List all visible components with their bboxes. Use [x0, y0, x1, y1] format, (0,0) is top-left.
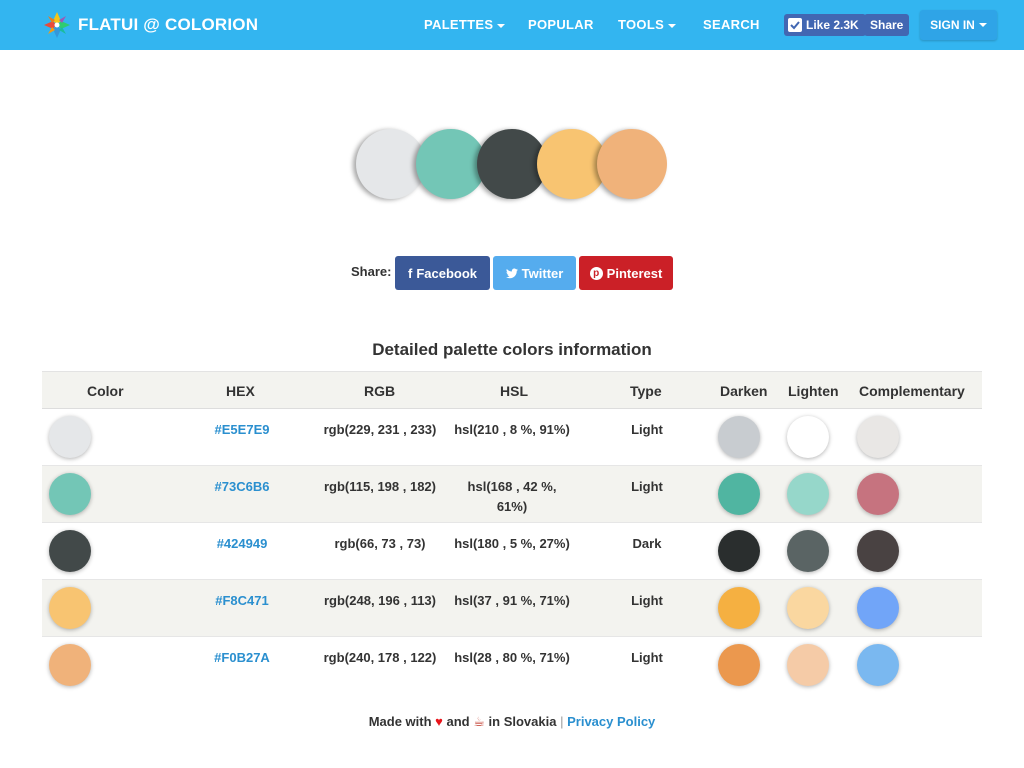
share-twitter-label: Twitter — [521, 265, 564, 281]
sign-in-label: SIGN IN — [930, 18, 975, 32]
header-lighten: Lighten — [788, 383, 839, 399]
darken-swatch[interactable] — [718, 416, 760, 458]
palette-swatch[interactable] — [416, 129, 486, 199]
color-swatch[interactable] — [49, 644, 91, 686]
color-swatch[interactable] — [49, 416, 91, 458]
privacy-policy-link[interactable]: Privacy Policy — [567, 714, 655, 729]
facebook-like-button[interactable]: Like 2.3K — [784, 14, 866, 36]
twitter-icon — [505, 268, 518, 278]
hsl-value: hsl(210 , 8 %, 91%) — [454, 422, 570, 437]
nav-popular-label: POPULAR — [528, 17, 594, 32]
lighten-swatch[interactable] — [787, 530, 829, 572]
brand-name: FLATUI @ COLORION — [78, 15, 259, 34]
table-row: #F0B27A rgb(240, 178 , 122) hsl(28 , 80 … — [42, 637, 982, 694]
share-twitter-button[interactable]: Twitter — [493, 256, 576, 290]
nav-palettes-label: PALETTES — [424, 17, 494, 32]
nav-tools[interactable]: TOOLS — [618, 17, 677, 32]
rgb-value: rgb(248, 196 , 113) — [323, 593, 436, 608]
hsl-value: hsl(168 , 42 %, 61%) — [467, 479, 557, 514]
hsl-value: hsl(37 , 91 %, 71%) — [454, 593, 570, 608]
type-value: Light — [631, 593, 663, 608]
header-complementary: Complementary — [859, 383, 965, 399]
hsl-value: hsl(180 , 5 %, 27%) — [454, 536, 570, 551]
darken-swatch[interactable] — [718, 473, 760, 515]
header-rgb: RGB — [364, 383, 396, 399]
lighten-swatch[interactable] — [787, 416, 829, 458]
type-value: Light — [631, 650, 663, 665]
rgb-value: rgb(115, 198 , 182) — [323, 479, 436, 494]
lighten-swatch[interactable] — [787, 587, 829, 629]
type-value: Light — [631, 479, 663, 494]
complementary-swatch[interactable] — [857, 644, 899, 686]
pinterest-icon: p — [589, 266, 603, 280]
rgb-value: rgb(229, 231 , 233) — [323, 422, 437, 437]
hex-value[interactable]: #E5E7E9 — [202, 420, 282, 440]
color-swatch[interactable] — [49, 473, 91, 515]
type-value: Dark — [632, 536, 662, 551]
rgb-value: rgb(66, 73 , 73) — [334, 536, 426, 551]
caret-down-icon — [497, 23, 506, 28]
footer-location: in Slovakia — [488, 714, 557, 729]
navbar: FLATUI @ COLORION PALETTES POPULAR TOOLS… — [0, 0, 1024, 50]
fb-share-label: Share — [870, 18, 904, 32]
table-row: #E5E7E9 rgb(229, 231 , 233) hsl(210 , 8 … — [42, 409, 982, 466]
footer: Made with ♥ and ☕ in Slovakia | Privacy … — [0, 714, 1024, 730]
header-hex: HEX — [226, 383, 255, 399]
caret-down-icon — [668, 23, 677, 28]
nav-search-label: SEARCH — [703, 17, 760, 32]
header-darken: Darken — [720, 383, 768, 399]
sign-in-button[interactable]: SIGN IN — [920, 10, 997, 40]
table-title: Detailed palette colors information — [372, 340, 652, 359]
table-header: Color HEX RGB HSL Type Darken Lighten Co… — [42, 371, 982, 409]
hsl-value: hsl(28 , 80 %, 71%) — [454, 650, 570, 665]
complementary-swatch[interactable] — [857, 416, 899, 458]
hex-value[interactable]: #73C6B6 — [202, 477, 282, 497]
nav-palettes[interactable]: PALETTES — [424, 17, 506, 32]
table-row: #F8C471 rgb(248, 196 , 113) hsl(37 , 91 … — [42, 580, 982, 637]
share-facebook-button[interactable]: f Facebook — [395, 256, 490, 290]
nav-popular[interactable]: POPULAR — [528, 17, 594, 32]
table-row: #424949 rgb(66, 73 , 73) hsl(180 , 5 %, … — [42, 523, 982, 580]
brand[interactable]: FLATUI @ COLORION — [42, 11, 258, 39]
table-row: #73C6B6 rgb(115, 198 , 182) hsl(168 , 42… — [42, 466, 982, 523]
footer-separator: | — [560, 714, 564, 729]
share-pinterest-button[interactable]: p Pinterest — [579, 256, 673, 290]
header-color: Color — [87, 383, 124, 399]
header-type: Type — [630, 383, 662, 399]
darken-swatch[interactable] — [718, 530, 760, 572]
share-pinterest-label: Pinterest — [606, 265, 663, 281]
complementary-swatch[interactable] — [857, 473, 899, 515]
footer-made-with: Made with — [368, 714, 432, 729]
darken-swatch[interactable] — [718, 587, 760, 629]
lighten-swatch[interactable] — [787, 644, 829, 686]
header-hsl: HSL — [500, 383, 528, 399]
nav-search[interactable]: SEARCH — [703, 17, 760, 32]
color-swatch[interactable] — [49, 587, 91, 629]
palette-swatch[interactable] — [597, 129, 667, 199]
like-count: Like 2.3K — [806, 18, 859, 32]
colors-table: Color HEX RGB HSL Type Darken Lighten Co… — [42, 371, 982, 694]
darken-swatch[interactable] — [718, 644, 760, 686]
share-facebook-label: Facebook — [416, 265, 478, 281]
facebook-icon: f — [407, 265, 413, 281]
like-check-icon — [788, 18, 802, 32]
footer-and: and — [446, 714, 470, 729]
hex-value[interactable]: #F8C471 — [202, 591, 282, 611]
palette-preview — [356, 129, 676, 201]
nav-tools-label: TOOLS — [618, 17, 665, 32]
lighten-swatch[interactable] — [787, 473, 829, 515]
coffee-cup-icon: ☕ — [473, 714, 485, 729]
hex-value[interactable]: #F0B27A — [202, 648, 282, 668]
rgb-value: rgb(240, 178 , 122) — [323, 650, 437, 665]
colorion-logo-icon — [44, 12, 70, 38]
facebook-share-button[interactable]: Share — [864, 14, 910, 36]
caret-down-icon — [978, 23, 987, 27]
complementary-swatch[interactable] — [857, 530, 899, 572]
share-label: Share: — [351, 264, 392, 279]
type-value: Light — [631, 422, 663, 437]
heart-icon: ♥ — [435, 714, 443, 729]
hex-value[interactable]: #424949 — [202, 534, 282, 554]
complementary-swatch[interactable] — [857, 587, 899, 629]
color-swatch[interactable] — [49, 530, 91, 572]
